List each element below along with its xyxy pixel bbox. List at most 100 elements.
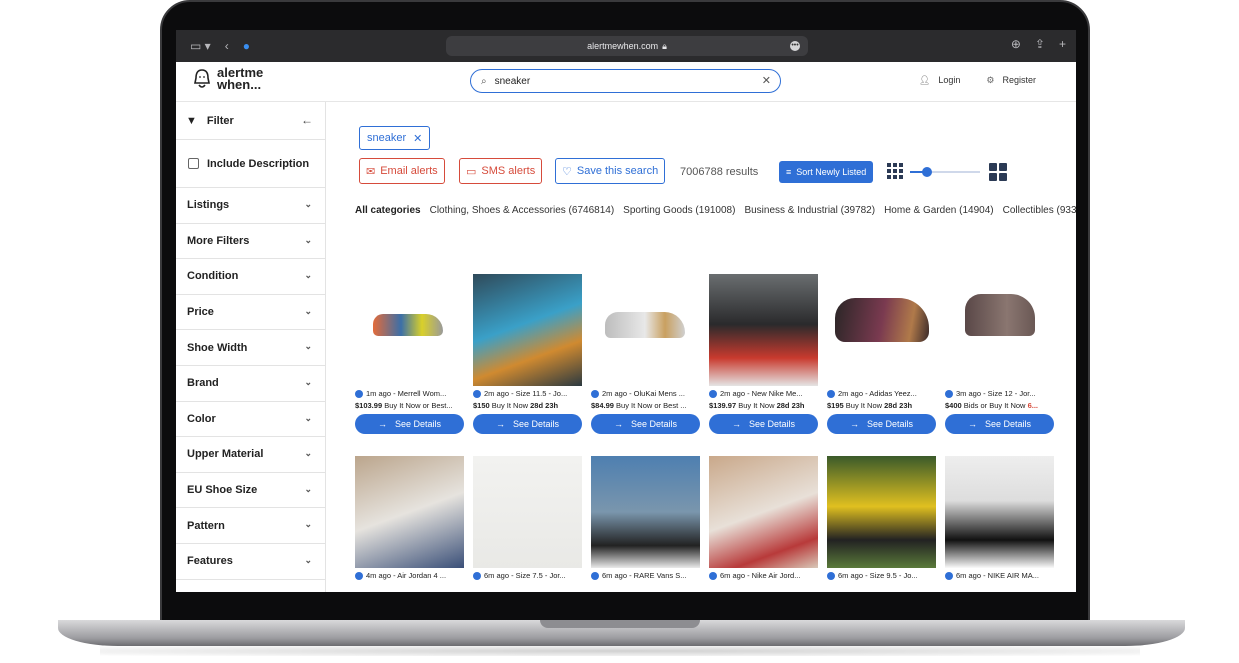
grid-size-slider[interactable]	[910, 167, 980, 177]
listing-title[interactable]: 6m ago - Nike Air Jord...	[709, 571, 818, 580]
chevron-down-icon: ⌄	[304, 199, 312, 209]
sidebar-item-condition[interactable]: Condition ⌄	[176, 259, 325, 295]
category-link[interactable]: Clothing, Shoes & Accessories (6746814)	[430, 205, 615, 216]
search-chip[interactable]: sneaker ✕	[359, 126, 431, 150]
category-link[interactable]: Business & Industrial (39782)	[744, 205, 875, 216]
listing-price: $84.99 Buy It Now or Best ...	[591, 401, 700, 410]
download-icon[interactable]: ⊕	[1011, 37, 1021, 51]
new-listing-dot-icon	[355, 571, 363, 580]
listing-card[interactable]: 2m ago - New Nike Me... $139.97 Buy It No…	[709, 274, 818, 434]
login-link[interactable]: 👤︎ Login	[919, 75, 960, 86]
logo[interactable]: alertme when...	[192, 66, 263, 91]
back-icon[interactable]: ‹	[225, 39, 229, 53]
listing-card[interactable]: 4m ago - Air Jordan 4 ...	[355, 456, 464, 580]
sidebar-item-eu-shoe-size[interactable]: EU Shoe Size ⌄	[176, 473, 325, 509]
listing-card[interactable]: 3m ago - Size 12 - Jor... $400 Bids or Bu…	[945, 274, 1054, 434]
clear-search-icon[interactable]: ✕	[762, 74, 771, 87]
listing-image[interactable]	[945, 274, 1054, 386]
listing-title[interactable]: 2m ago - New Nike Me...	[709, 389, 818, 398]
chip-label: sneaker	[367, 132, 407, 144]
collapse-sidebar-icon[interactable]: ←	[301, 113, 313, 127]
sms-alerts-button[interactable]: ▭ SMS alerts	[459, 158, 543, 184]
listing-image[interactable]	[473, 274, 582, 386]
listing-title[interactable]: 6m ago - RARE Vans S...	[591, 571, 700, 580]
sidebar-toggle-icon[interactable]: ▭ ▾	[190, 39, 211, 53]
listing-title[interactable]: 2m ago - OluKai Mens ...	[591, 389, 700, 398]
listing-card[interactable]: 2m ago - Size 11.5 - Jo... $150 Buy It No…	[473, 274, 582, 434]
chevron-down-icon: ⌄	[304, 305, 312, 316]
category-all[interactable]: All categories	[355, 205, 421, 216]
chip-remove-icon[interactable]: ✕	[413, 132, 422, 145]
sidebar-item-country-region-of[interactable]: Country/Region of ⌄	[176, 580, 325, 592]
sort-button[interactable]: ≡ Sort Newly Listed	[779, 161, 874, 183]
sidebar-item-upper-material[interactable]: Upper Material ⌄	[176, 437, 325, 473]
arrow-right-icon: →	[613, 419, 623, 429]
listing-card[interactable]: 6m ago - RARE Vans S...	[591, 456, 700, 580]
listing-card[interactable]: 6m ago - Size 9.5 - Jo...	[827, 456, 936, 580]
listing-image[interactable]	[355, 274, 464, 386]
category-link[interactable]: Sporting Goods (191008)	[623, 205, 735, 216]
listing-card[interactable]: 2m ago - Adidas Yeez... $195 Buy It Now 2…	[827, 274, 936, 434]
see-details-button[interactable]: → See Details	[709, 414, 818, 434]
listing-title[interactable]: 2m ago - Size 11.5 - Jo...	[473, 389, 582, 398]
sidebar-item-color[interactable]: Color ⌄	[176, 402, 325, 438]
email-alerts-button[interactable]: ✉ Email alerts	[359, 158, 445, 184]
register-link[interactable]: ⚙ Register	[986, 75, 1036, 86]
listing-card[interactable]: 6m ago - Size 7.5 - Jor...	[473, 456, 582, 580]
sidebar-item-price[interactable]: Price ⌄	[176, 295, 325, 331]
address-bar[interactable]: alertmewhen.com 🔒︎ •••	[446, 36, 808, 56]
listing-image[interactable]	[709, 274, 818, 386]
see-details-button[interactable]: → See Details	[591, 414, 700, 434]
listing-image[interactable]	[591, 274, 700, 386]
arrow-right-icon: →	[849, 419, 859, 429]
see-details-button[interactable]: → See Details	[473, 414, 582, 434]
listing-image[interactable]	[709, 456, 818, 568]
extension-icon[interactable]: ●	[243, 39, 250, 53]
listing-card[interactable]: 6m ago - NIKE AIR MA...	[945, 456, 1054, 580]
listing-image[interactable]	[945, 456, 1054, 568]
sidebar-item-brand[interactable]: Brand ⌄	[176, 366, 325, 402]
sidebar-item-shoe-width[interactable]: Shoe Width ⌄	[176, 330, 325, 366]
listing-title[interactable]: 6m ago - Size 7.5 - Jor...	[473, 571, 582, 580]
small-grid-icon[interactable]	[887, 163, 903, 179]
listing-title-text: 6m ago - Nike Air Jord...	[720, 571, 801, 580]
see-details-button[interactable]: → See Details	[827, 414, 936, 434]
save-search-button[interactable]: ♡ Save this search	[555, 158, 666, 184]
listing-image[interactable]	[827, 274, 936, 386]
search-input[interactable]: ⌕ sneaker ✕	[470, 69, 781, 93]
include-description-checkbox[interactable]: Include Description	[176, 140, 325, 188]
listing-card[interactable]: 6m ago - Nike Air Jord...	[709, 456, 818, 580]
arrow-right-icon: →	[967, 419, 977, 429]
sidebar-item-pattern[interactable]: Pattern ⌄	[176, 508, 325, 544]
see-details-button[interactable]: → See Details	[945, 414, 1054, 434]
category-link[interactable]: Collectibles (9339)	[1003, 205, 1076, 216]
listing-title[interactable]: 2m ago - Adidas Yeez...	[827, 389, 936, 398]
listing-card[interactable]: 1m ago - Merrell Wom... $103.99 Buy It No…	[355, 274, 464, 434]
large-grid-icon[interactable]	[989, 163, 1007, 181]
category-link[interactable]: Home & Garden (14904)	[884, 205, 994, 216]
laptop-notch	[540, 620, 700, 628]
listing-image[interactable]	[355, 456, 464, 568]
slider-knob[interactable]	[922, 167, 932, 177]
sidebar-item-more-filters[interactable]: More Filters ⌄	[176, 224, 325, 260]
new-tab-icon[interactable]: +	[1059, 37, 1066, 51]
listing-title[interactable]: 3m ago - Size 12 - Jor...	[945, 389, 1054, 398]
listing-title-text: 2m ago - Adidas Yeez...	[838, 389, 917, 398]
listing-title[interactable]: 6m ago - NIKE AIR MA...	[945, 571, 1054, 580]
listing-image[interactable]	[827, 456, 936, 568]
sidebar-item-features[interactable]: Features ⌄	[176, 544, 325, 580]
see-details-button[interactable]: → See Details	[355, 414, 464, 434]
listing-title[interactable]: 4m ago - Air Jordan 4 ...	[355, 571, 464, 580]
sidebar-item-listings[interactable]: Listings ⌄	[176, 188, 325, 224]
see-details-label: See Details	[748, 419, 796, 429]
reader-icon[interactable]: •••	[790, 41, 800, 51]
checkbox-icon[interactable]	[188, 158, 199, 169]
listing-title[interactable]: 6m ago - Size 9.5 - Jo...	[827, 571, 936, 580]
listing-title[interactable]: 1m ago - Merrell Wom...	[355, 389, 464, 398]
listing-image[interactable]	[591, 456, 700, 568]
share-icon[interactable]: ⇪	[1035, 37, 1045, 51]
listing-card[interactable]: 2m ago - OluKai Mens ... $84.99 Buy It No…	[591, 274, 700, 434]
listing-price: $195 Buy It Now 28d 23h	[827, 401, 936, 410]
listing-image[interactable]	[473, 456, 582, 568]
listing-title-text: 2m ago - Size 11.5 - Jo...	[484, 389, 568, 398]
